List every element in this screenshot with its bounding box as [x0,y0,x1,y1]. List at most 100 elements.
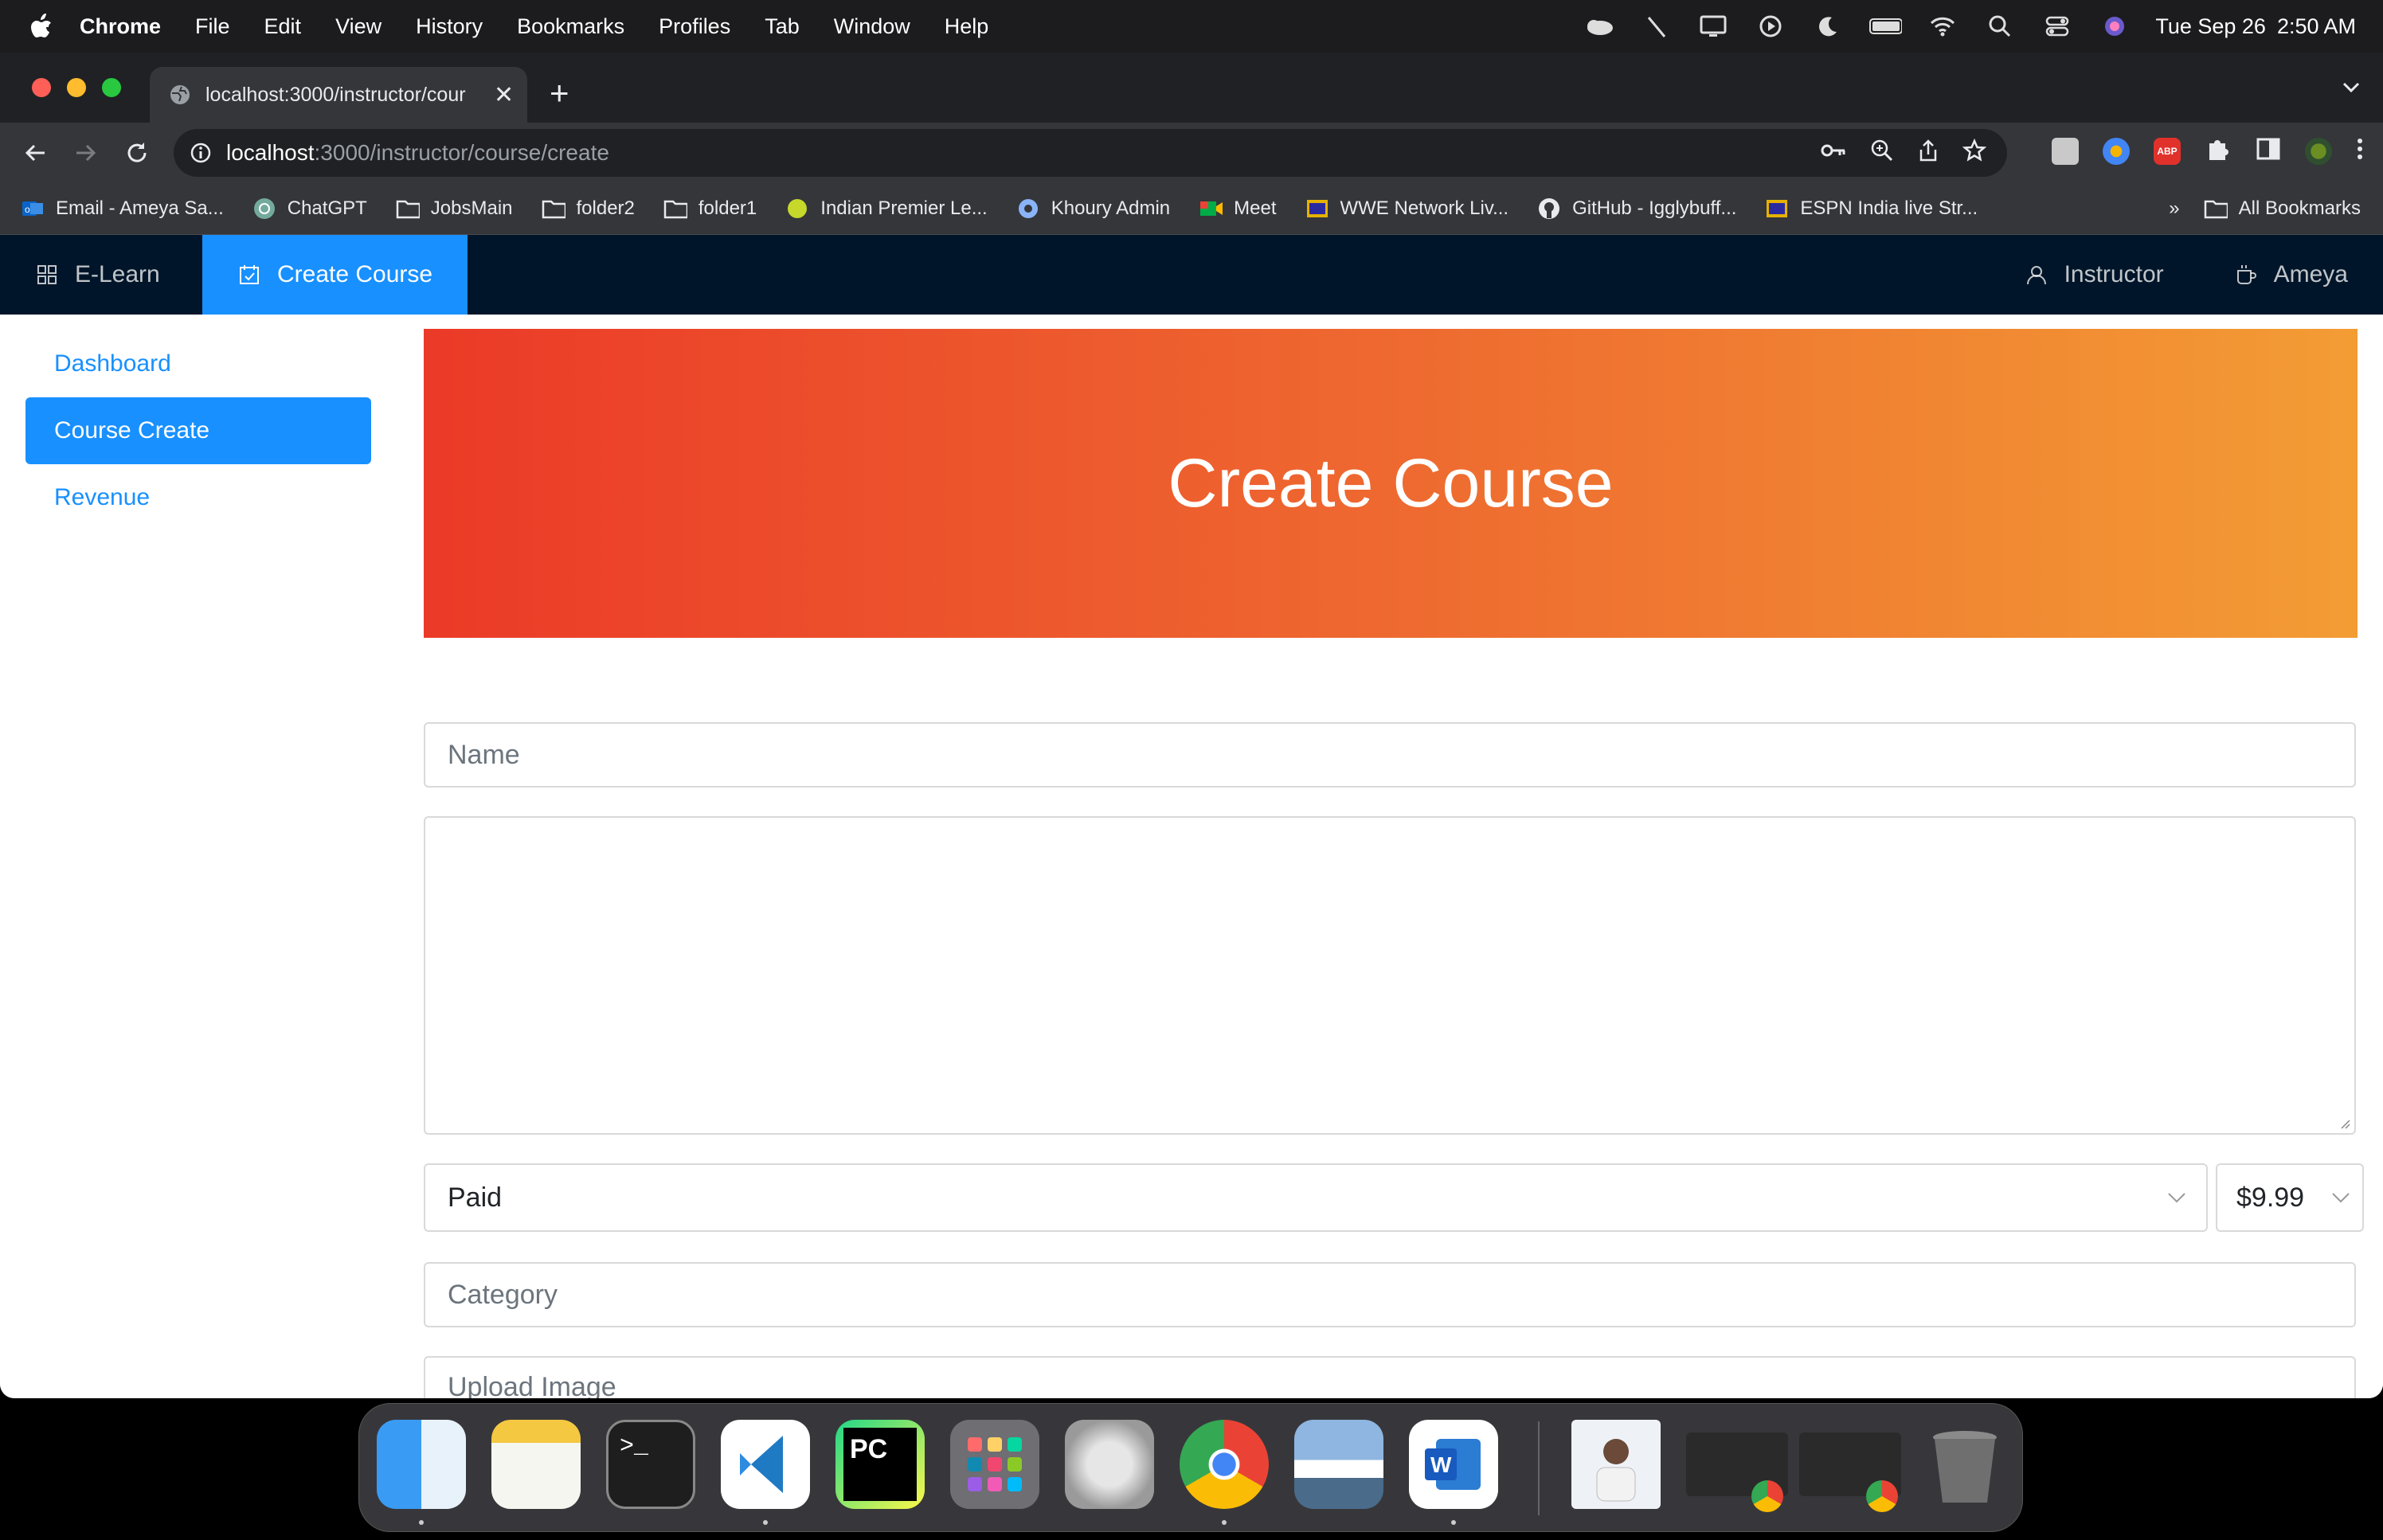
menu-time: 2:50 AM [2276,14,2356,38]
system-utility-icon[interactable] [1065,1420,1154,1509]
reload-icon[interactable] [121,137,153,169]
adblock-plus-icon[interactable]: ABP [2154,137,2181,165]
zoom-icon[interactable] [1870,139,1894,168]
ball-icon [785,197,809,221]
tv-icon [1765,197,1789,221]
minimize-window-button[interactable] [67,78,86,97]
menu-bookmarks[interactable]: Bookmarks [517,14,624,39]
bookmark-item[interactable]: folder1 [663,197,757,221]
upload-image-label: Upload Image [448,1372,616,1398]
new-tab-button[interactable]: + [550,76,569,110]
zoom-window-button[interactable] [102,78,121,97]
dock-separator [1538,1421,1540,1515]
course-description-textarea[interactable] [424,816,2356,1135]
menu-window[interactable]: Window [834,14,910,39]
bookmarks-overflow-button[interactable]: » [2169,197,2179,220]
bookmark-label: WWE Network Liv... [1340,197,1509,219]
nav-brand-link[interactable]: E-Learn [0,235,202,315]
chrome-menu-icon[interactable] [2356,137,2364,165]
menu-app-name[interactable]: Chrome [80,14,161,39]
vscode-icon[interactable] [721,1420,810,1509]
menu-view[interactable]: View [335,14,382,39]
bookmark-item[interactable]: o Email - Ameya Sa... [21,197,224,221]
tab-search-chevron-icon[interactable] [2342,81,2361,98]
display-icon[interactable] [1696,13,1730,40]
share-icon[interactable] [1918,139,1939,168]
notes-icon[interactable] [491,1420,581,1509]
profile-avatar[interactable] [2305,137,2332,165]
play-icon[interactable] [1754,13,1787,40]
nav-brand-label: E-Learn [75,261,160,287]
sidebar-item-course-create[interactable]: Course Create [25,397,371,464]
launchpad-icon[interactable] [950,1420,1039,1509]
bookmark-item[interactable]: GitHub - Igglybuff... [1537,197,1736,221]
address-bar[interactable]: localhost:3000/instructor/course/create [174,129,2007,177]
nav-instructor[interactable]: Instructor [2025,261,2164,288]
bookmark-item[interactable]: Indian Premier Le... [785,197,988,221]
menu-file[interactable]: File [195,14,230,39]
all-bookmarks-label: All Bookmarks [2238,197,2361,219]
forward-arrow-icon[interactable] [70,137,102,169]
side-panel-icon[interactable] [2256,136,2281,166]
battery-icon[interactable] [1868,13,1903,40]
menu-edit[interactable]: Edit [264,14,302,39]
extensions-puzzle-icon[interactable] [2205,135,2232,166]
close-window-button[interactable] [32,78,51,97]
bookmark-item[interactable]: folder2 [542,197,635,221]
bookmark-item[interactable]: Meet [1199,197,1277,221]
bookmark-item[interactable]: ChatGPT [252,197,367,221]
nav-user-menu[interactable]: Ameya [2234,261,2348,288]
menu-profiles[interactable]: Profiles [659,14,730,39]
upload-image-button[interactable]: Upload Image [424,1356,2356,1398]
trash-icon[interactable] [1920,1420,2009,1509]
app-grid-icon [37,265,57,284]
extension-notes-icon[interactable] [2052,137,2079,165]
wifi-icon[interactable] [1926,13,1959,40]
control-center-icon[interactable] [2041,13,2074,40]
course-name-input[interactable]: Name [424,722,2356,788]
instructor-sidebar: Dashboard Course Create Revenue [25,330,371,531]
menu-history[interactable]: History [416,14,483,39]
tab-close-icon[interactable]: ✕ [494,81,514,109]
bookmark-item[interactable]: JobsMain [396,197,513,221]
folder-icon [663,197,687,221]
globe-icon [170,85,190,104]
finder-icon[interactable] [377,1420,466,1509]
site-info-icon[interactable] [190,142,212,164]
bookmark-item[interactable]: Khoury Admin [1016,197,1170,221]
price-select[interactable]: $9.99 [2216,1163,2364,1232]
menu-tab[interactable]: Tab [765,14,800,39]
sidebar-item-dashboard[interactable]: Dashboard [25,330,371,397]
resize-grip-icon[interactable] [2338,1117,2351,1130]
word-icon[interactable]: W [1409,1420,1498,1509]
bookmark-item[interactable]: WWE Network Liv... [1305,197,1509,221]
cloud-icon[interactable] [1582,13,1615,40]
password-key-icon[interactable] [1821,140,1846,166]
siri-icon[interactable] [2098,13,2131,40]
paid-select[interactable]: Paid [424,1163,2208,1232]
spotlight-search-icon[interactable] [1983,13,2017,40]
chrome-icon[interactable] [1180,1420,1269,1509]
bookmark-item[interactable]: ESPN India live Str... [1765,197,1978,221]
moon-icon[interactable] [1811,13,1845,40]
back-arrow-icon[interactable] [19,137,51,169]
pen-off-icon[interactable] [1639,13,1673,40]
pycharm-icon[interactable]: PC [835,1420,925,1509]
svg-text:o: o [25,204,30,215]
browser-tab[interactable]: localhost:3000/instructor/cour ✕ [150,67,527,123]
preview-icon[interactable] [1294,1420,1383,1509]
sidebar-item-revenue[interactable]: Revenue [25,464,371,531]
nav-create-course[interactable]: Create Course [202,235,468,315]
all-bookmarks-button[interactable]: All Bookmarks [2204,197,2361,221]
window-controls [32,78,121,97]
category-input[interactable]: Category [424,1262,2356,1327]
chrome-badge-icon [1866,1480,1898,1512]
extension-colorful-icon[interactable] [2103,137,2130,165]
apple-icon[interactable] [30,14,56,39]
menu-clock[interactable]: Tue Sep 26 2:50 AM [2155,14,2356,39]
bookmark-star-icon[interactable] [1962,138,1987,168]
bookmark-label: ESPN India live Str... [1800,197,1978,219]
terminal-icon[interactable]: >_ [606,1420,695,1509]
photo-file-thumbnail[interactable] [1571,1420,1661,1509]
menu-help[interactable]: Help [945,14,989,39]
